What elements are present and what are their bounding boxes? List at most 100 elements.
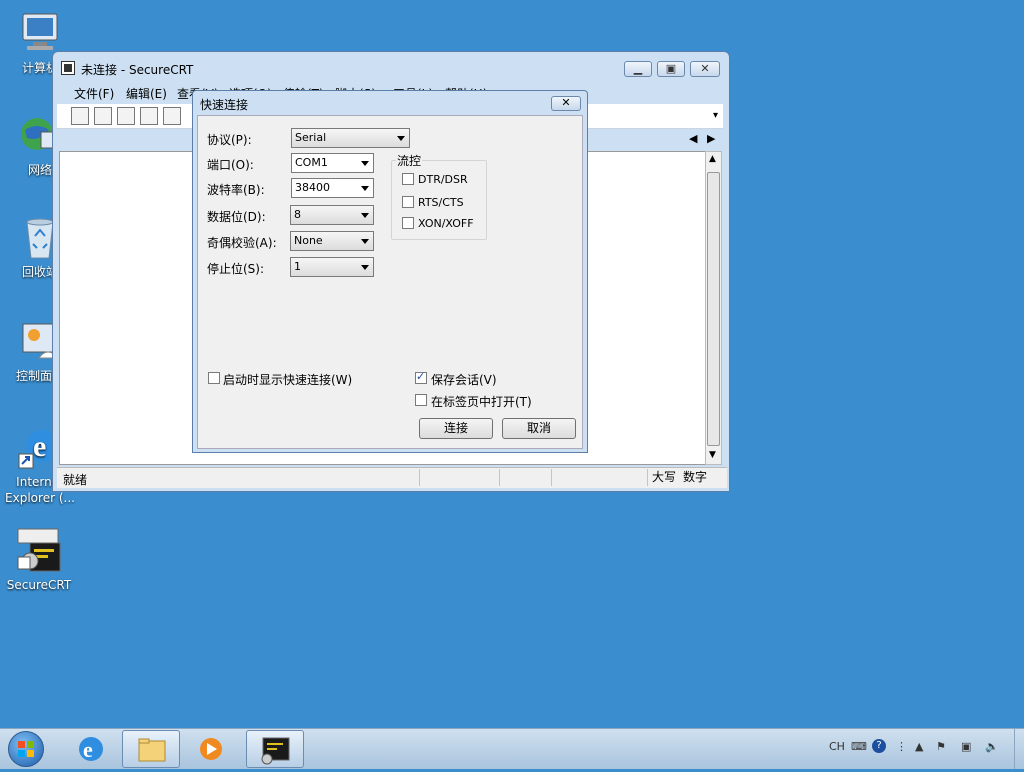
rts-cts-label: RTS/CTS (418, 196, 464, 209)
maximize-button[interactable]: ▣ (657, 61, 685, 77)
status-cell (551, 469, 603, 486)
svg-text:e: e (83, 737, 93, 762)
reconnect-toolbar-button[interactable] (140, 107, 158, 125)
save-session-checkbox[interactable] (415, 370, 427, 384)
chevron-down-icon (361, 213, 369, 218)
taskbar-explorer[interactable] (122, 730, 180, 768)
open-in-tab-checkbox[interactable] (415, 394, 427, 406)
status-num: 数字 (683, 470, 708, 484)
save-session-label: 保存会话(V) (431, 373, 497, 387)
connect-button[interactable]: 连接 (419, 418, 493, 439)
tab-scroll-right-icon[interactable]: ▶ (707, 132, 715, 145)
show-on-startup-label: 启动时显示快速连接(W) (223, 373, 353, 387)
svg-text:e: e (33, 430, 46, 463)
chevron-down-icon (361, 265, 369, 270)
flow-control-title: 流控 (396, 152, 423, 169)
start-button[interactable] (8, 731, 44, 767)
minimize-icon: ▁ (633, 62, 643, 75)
status-text: 就绪 (63, 473, 88, 487)
baud-value: 38400 (295, 181, 330, 194)
dialog-body: 协议(P): Serial 端口(O): COM1 波特率(B): 38400 … (197, 115, 583, 449)
scrollbar-thumb[interactable] (707, 172, 720, 446)
volume-icon[interactable]: 🔈 (985, 740, 999, 753)
toolbar-overflow-icon[interactable]: ▾ (713, 110, 718, 121)
parity-value: None (294, 234, 323, 247)
vertical-scrollbar[interactable]: ▲ ▼ (705, 151, 722, 465)
windows-logo-icon (18, 741, 34, 757)
cancel-button[interactable]: 取消 (502, 418, 576, 439)
window-title: 未连接 - SecureCRT (81, 63, 194, 77)
chevron-down-icon (361, 161, 369, 166)
quick-connect-dialog: 快速连接 ✕ 协议(P): Serial 端口(O): COM1 波特率(B):… (192, 90, 588, 453)
taskbar-securecrt[interactable] (246, 730, 304, 768)
close-icon: ✕ (700, 62, 710, 75)
xon-xoff-label: XON/XOFF (418, 217, 474, 230)
action-center-flag-icon[interactable]: ⚑ (936, 740, 946, 753)
taskbar: e CH ⌨ ? ⋮ ▲ ⚑ ▣ 🔈 (0, 728, 1024, 769)
media-player-icon (200, 738, 222, 760)
desktop-icon-label: 网络 (27, 163, 52, 177)
internet-explorer-icon: e (79, 737, 103, 762)
dialog-close-button[interactable]: ✕ (551, 96, 581, 111)
status-cell (419, 469, 499, 486)
open-in-tab-label: 在标签页中打开(T) (431, 395, 532, 409)
close-icon: ✕ (561, 96, 571, 109)
network-tray-icon[interactable]: ▣ (961, 740, 971, 753)
rts-cts-checkbox[interactable] (402, 196, 414, 208)
close-button[interactable]: ✕ (690, 61, 720, 77)
status-caps: 大写 (647, 469, 679, 486)
protocol-value: Serial (295, 131, 327, 144)
stopbits-label: 停止位(S): (207, 262, 265, 276)
status-cell (499, 469, 551, 486)
databits-select[interactable]: 8 (290, 205, 374, 225)
disconnect-toolbar-button[interactable] (163, 107, 181, 125)
show-on-startup-checkbox[interactable] (208, 372, 220, 384)
parity-select[interactable]: None (290, 231, 374, 251)
connect-toolbar-button[interactable] (71, 107, 89, 125)
baud-select[interactable]: 38400 (291, 178, 374, 198)
xon-xoff-checkbox[interactable] (402, 217, 414, 229)
computer-icon (17, 10, 63, 56)
app-icon (61, 61, 75, 75)
show-hidden-icons-icon[interactable]: ▲ (915, 740, 923, 753)
tab-scroll-left-icon[interactable]: ◀ (689, 132, 697, 145)
status-bar: 就绪 大写 数字 (57, 467, 727, 488)
maximize-icon: ▣ (665, 62, 677, 75)
keyboard-icon[interactable]: ⌨ (851, 740, 867, 753)
scroll-up-icon[interactable]: ▲ (709, 154, 716, 164)
chevron-down-icon (397, 136, 405, 141)
databits-label: 数据位(D): (207, 210, 266, 224)
menu-edit[interactable]: 编辑(E) (126, 85, 167, 102)
taskbar-media-player[interactable] (184, 730, 242, 768)
flow-control-group: 流控 DTR/DSR RTS/CTS XON/XOFF (391, 152, 487, 240)
databits-value: 8 (294, 208, 301, 221)
securecrt-icon (16, 527, 62, 573)
parity-label: 奇偶校验(A): (207, 236, 277, 250)
show-desktop-button[interactable] (1014, 729, 1024, 769)
folder-icon (138, 738, 166, 762)
protocol-select[interactable]: Serial (291, 128, 410, 148)
ime-options-icon[interactable]: ⋮ (896, 740, 907, 753)
dtr-dsr-checkbox[interactable] (402, 173, 414, 185)
port-select[interactable]: COM1 (291, 153, 374, 173)
port-label: 端口(O): (207, 158, 254, 172)
minimize-button[interactable]: ▁ (624, 61, 652, 77)
protocol-label: 协议(P): (207, 133, 252, 147)
language-indicator[interactable]: CH (829, 740, 845, 753)
baud-label: 波特率(B): (207, 183, 265, 197)
connect-in-tab-toolbar-button[interactable] (117, 107, 135, 125)
chevron-down-icon (361, 186, 369, 191)
desktop-icon-securecrt[interactable]: SecureCRT (1, 527, 77, 593)
scroll-down-icon[interactable]: ▼ (709, 450, 716, 460)
menu-file[interactable]: 文件(F) (74, 85, 114, 102)
taskbar-ie[interactable]: e (62, 730, 120, 768)
stopbits-value: 1 (294, 260, 301, 273)
quick-connect-toolbar-button[interactable] (94, 107, 112, 125)
stopbits-select[interactable]: 1 (290, 257, 374, 277)
desktop-icon-label: SecureCRT (6, 578, 72, 592)
chevron-down-icon (361, 239, 369, 244)
dialog-title: 快速连接 (200, 98, 249, 112)
help-icon[interactable]: ? (872, 739, 886, 753)
port-value: COM1 (295, 156, 328, 169)
securecrt-icon (261, 737, 290, 765)
